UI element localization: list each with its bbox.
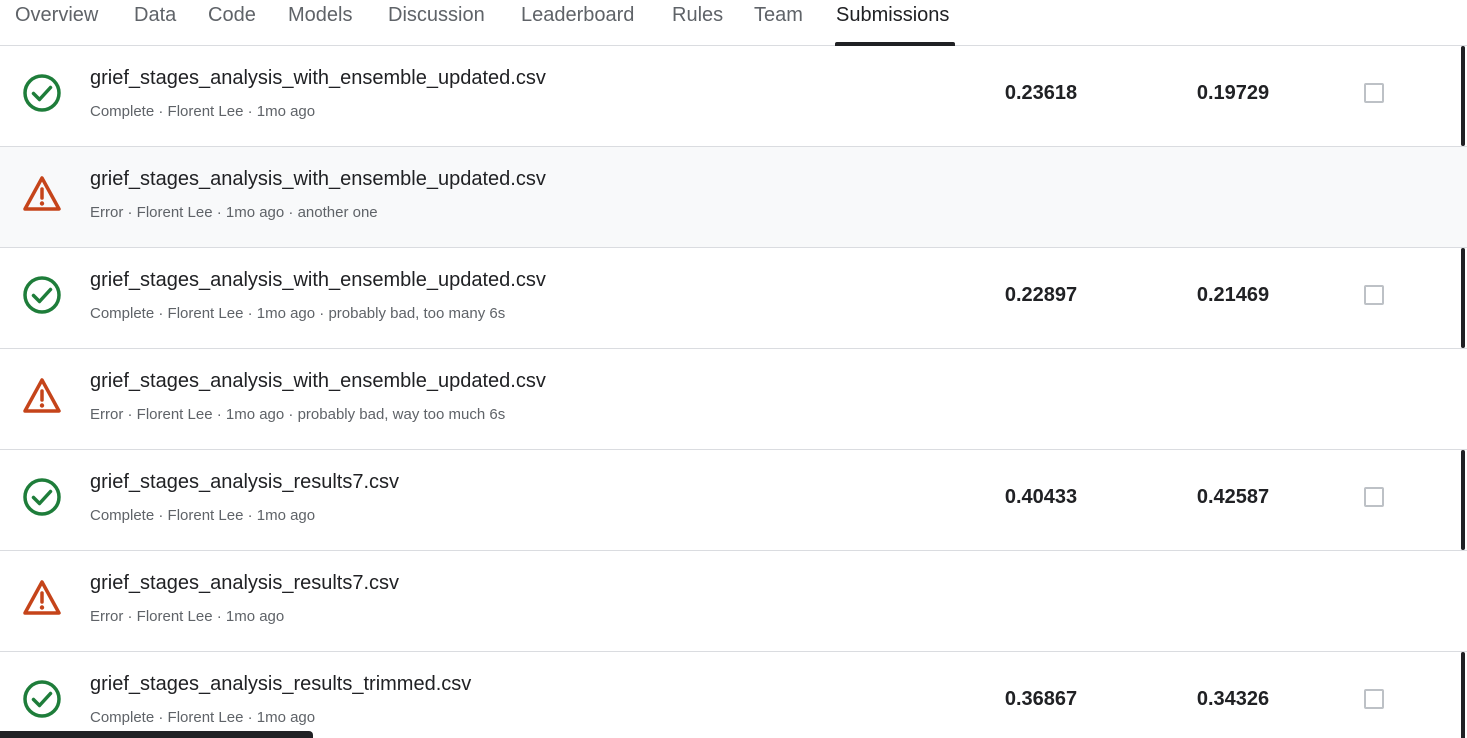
submission-filename[interactable]: grief_stages_analysis_results_trimmed.cs… [90, 673, 471, 696]
submission-row[interactable]: grief_stages_analysis_with_ensemble_upda… [0, 248, 1467, 349]
submission-row[interactable]: grief_stages_analysis_with_ensemble_upda… [0, 349, 1467, 450]
tab-submissions[interactable]: Submissions [836, 4, 949, 27]
submission-filename[interactable]: grief_stages_analysis_results7.csv [90, 471, 399, 494]
private-score: 0.34326 [1196, 688, 1270, 710]
submission-row[interactable]: grief_stages_analysis_with_ensemble_upda… [0, 46, 1467, 147]
tab-rules[interactable]: Rules [672, 4, 723, 27]
submission-meta: Complete · Florent Lee · 1mo ago [90, 709, 316, 726]
private-score: 0.19729 [1196, 82, 1270, 104]
check-circle-icon [22, 477, 62, 517]
tab-models[interactable]: Models [288, 4, 352, 27]
private-score: 0.21469 [1196, 284, 1270, 306]
submission-meta: Error · Florent Lee · 1mo ago [90, 608, 285, 625]
submission-meta: Complete · Florent Lee · 1mo ago [90, 103, 316, 120]
tab-team[interactable]: Team [754, 4, 803, 27]
submission-meta: Complete · Florent Lee · 1mo ago · proba… [90, 305, 506, 322]
row-edge-bar [1461, 652, 1465, 738]
row-edge-bar [1461, 248, 1465, 348]
warning-triangle-icon [22, 174, 62, 214]
tab-data[interactable]: Data [134, 4, 176, 27]
select-for-final-checkbox[interactable] [1364, 689, 1384, 709]
tab-overview[interactable]: Overview [15, 4, 98, 27]
select-for-final-checkbox[interactable] [1364, 285, 1384, 305]
horizontal-scrollbar[interactable] [0, 731, 313, 738]
check-circle-icon [22, 679, 62, 719]
submission-filename[interactable]: grief_stages_analysis_with_ensemble_upda… [90, 269, 546, 292]
tab-code[interactable]: Code [208, 4, 256, 27]
submission-meta: Complete · Florent Lee · 1mo ago [90, 507, 316, 524]
warning-triangle-icon [22, 578, 62, 618]
warning-triangle-icon [22, 376, 62, 416]
submission-meta: Error · Florent Lee · 1mo ago · another … [90, 204, 378, 221]
tab-leaderboard[interactable]: Leaderboard [521, 4, 634, 27]
select-for-final-checkbox[interactable] [1364, 83, 1384, 103]
submission-row[interactable]: grief_stages_analysis_results_trimmed.cs… [0, 652, 1467, 738]
submission-row[interactable]: grief_stages_analysis_results7.csv Error … [0, 551, 1467, 652]
row-edge-bar [1461, 46, 1465, 146]
submission-list: grief_stages_analysis_with_ensemble_upda… [0, 46, 1467, 738]
public-score: 0.22897 [1004, 284, 1078, 306]
public-score: 0.36867 [1004, 688, 1078, 710]
submission-row[interactable]: grief_stages_analysis_with_ensemble_upda… [0, 147, 1467, 248]
submission-filename[interactable]: grief_stages_analysis_results7.csv [90, 572, 399, 595]
public-score: 0.40433 [1004, 486, 1078, 508]
select-for-final-checkbox[interactable] [1364, 487, 1384, 507]
submission-meta: Error · Florent Lee · 1mo ago · probably… [90, 406, 506, 423]
competition-tabs: Overview Data Code Models Discussion Lea… [0, 0, 1467, 46]
tab-discussion[interactable]: Discussion [388, 4, 485, 27]
submission-row[interactable]: grief_stages_analysis_results7.csv Comple… [0, 450, 1467, 551]
check-circle-icon [22, 73, 62, 113]
submission-filename[interactable]: grief_stages_analysis_with_ensemble_upda… [90, 370, 546, 393]
private-score: 0.42587 [1196, 486, 1270, 508]
submission-filename[interactable]: grief_stages_analysis_with_ensemble_upda… [90, 67, 546, 90]
row-edge-bar [1461, 450, 1465, 550]
public-score: 0.23618 [1004, 82, 1078, 104]
check-circle-icon [22, 275, 62, 315]
submission-filename[interactable]: grief_stages_analysis_with_ensemble_upda… [90, 168, 546, 191]
